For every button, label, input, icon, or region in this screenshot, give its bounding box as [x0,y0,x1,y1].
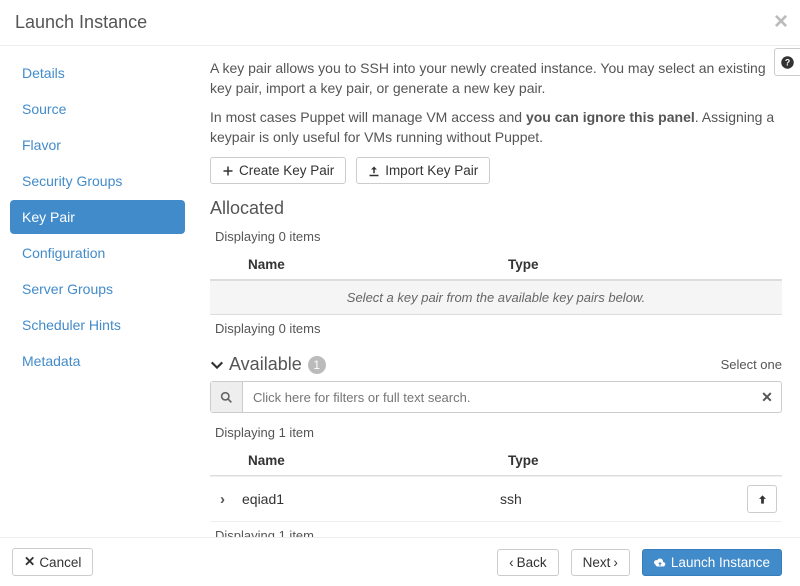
chevron-left-icon: ‹ [509,555,514,570]
allocated-count-top: Displaying 0 items [210,223,782,250]
search-icon-box[interactable] [211,382,243,412]
modal-title: Launch Instance [15,12,785,33]
sidebar-item-details[interactable]: Details [10,56,185,90]
help-icon: ? [780,55,795,70]
svg-text:?: ? [785,57,790,67]
available-table-header: Name Type [210,446,782,476]
back-button[interactable]: ‹ Back [497,549,559,576]
sidebar-item-scheduler-hints[interactable]: Scheduler Hints [10,308,185,342]
expand-row-icon[interactable]: › [220,491,242,508]
launch-instance-button[interactable]: Launch Instance [642,549,782,576]
help-button[interactable]: ? [774,48,800,76]
close-icon[interactable]: × [774,8,788,36]
cloud-upload-icon [654,556,666,568]
allocate-button[interactable] [747,485,777,513]
chevron-down-icon [210,358,224,372]
keypair-buttons: Create Key Pair Import Key Pair [210,157,782,184]
clear-search-icon[interactable]: ✕ [753,389,781,406]
col-name-header-2: Name [248,453,508,468]
col-type-header: Type [508,257,744,272]
cancel-button[interactable]: ✕ Cancel [12,548,93,576]
chevron-right-icon: › [613,555,618,570]
col-type-header-2: Type [508,453,704,468]
sidebar: Details Source Flavor Security Groups Ke… [0,46,185,538]
table-row: › eqiad1 ssh [210,476,782,522]
available-count-top: Displaying 1 item [210,419,782,446]
sidebar-item-security-groups[interactable]: Security Groups [10,164,185,198]
create-key-pair-button[interactable]: Create Key Pair [210,157,346,184]
upload-icon [368,165,380,177]
search-icon [220,391,233,404]
sidebar-item-key-pair[interactable]: Key Pair [10,200,185,234]
allocated-count-bottom: Displaying 0 items [210,315,782,342]
intro-text-1: A key pair allows you to SSH into your n… [210,58,782,99]
arrow-up-icon [757,494,768,505]
modal-footer: ✕ Cancel ‹ Back Next › Launch Instance [0,537,800,586]
next-button[interactable]: Next › [571,549,630,576]
content-panel: A key pair allows you to SSH into your n… [185,46,800,538]
available-count-badge: 1 [308,356,326,374]
allocated-heading: Allocated [210,198,782,219]
sidebar-item-source[interactable]: Source [10,92,185,126]
import-key-pair-button[interactable]: Import Key Pair [356,157,490,184]
row-type: ssh [500,491,747,507]
x-icon: ✕ [24,554,35,570]
search-input[interactable] [243,382,753,412]
sidebar-item-metadata[interactable]: Metadata [10,344,185,378]
available-heading[interactable]: Available 1 Select one [210,354,782,375]
intro-text-2: In most cases Puppet will manage VM acce… [210,107,782,148]
select-one-label: Select one [721,357,782,372]
available-count-bottom: Displaying 1 item [210,522,782,538]
sidebar-item-server-groups[interactable]: Server Groups [10,272,185,306]
search-bar: ✕ [210,381,782,413]
plus-icon [222,165,234,177]
footer-right: ‹ Back Next › Launch Instance [497,549,788,576]
sidebar-item-configuration[interactable]: Configuration [10,236,185,270]
modal-header: Launch Instance × [0,0,800,46]
allocated-table-header: Name Type [210,250,782,280]
allocated-empty-row: Select a key pair from the available key… [210,280,782,315]
row-name: eqiad1 [242,491,500,507]
col-name-header: Name [248,257,508,272]
modal-body: Details Source Flavor Security Groups Ke… [0,46,800,538]
sidebar-item-flavor[interactable]: Flavor [10,128,185,162]
